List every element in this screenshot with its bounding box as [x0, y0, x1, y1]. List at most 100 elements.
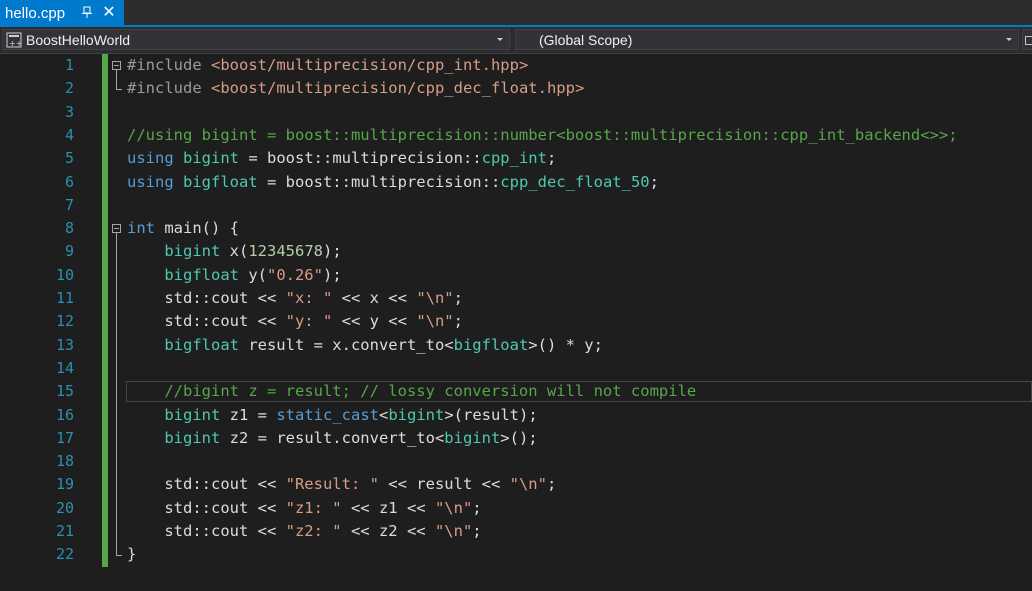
code-line[interactable]: bigint x(12345678); — [127, 240, 342, 263]
line-number: 4 — [64, 125, 74, 144]
code-line[interactable]: #include <boost/multiprecision/cpp_dec_f… — [127, 77, 584, 100]
code-token: ; — [472, 522, 482, 540]
code-token: bigint — [183, 149, 239, 168]
navigation-bar: ++ BoostHelloWorld (Global Scope) — [0, 27, 1032, 54]
code-token: std::cout << — [127, 312, 286, 331]
code-line[interactable]: int main() { — [127, 217, 239, 240]
tab-hello-cpp[interactable]: hello.cpp ✕ — [0, 0, 124, 27]
code-line[interactable]: std::cout << "x: " << x << "\n"; — [127, 287, 463, 310]
line-number: 12 — [55, 312, 74, 331]
outlining-guide — [116, 70, 117, 90]
code-token: bigint — [164, 405, 221, 424]
scope-dropdown[interactable]: (Global Scope) — [515, 29, 1019, 50]
code-token: ; — [453, 312, 463, 331]
change-tracking-bar — [102, 54, 108, 567]
code-token: = boost::multiprecision:: — [257, 172, 501, 191]
split-icon — [1025, 36, 1032, 45]
line-number: 3 — [64, 102, 74, 121]
line-number: 15 — [55, 382, 74, 401]
code-token: << x << — [332, 289, 417, 307]
code-line[interactable]: std::cout << "y: " << y << "\n"; — [127, 310, 463, 333]
document-tab-strip: hello.cpp ✕ — [0, 0, 1032, 27]
code-line[interactable]: bigint z2 = result.convert_to<bigint>(); — [127, 427, 538, 450]
code-token: <boost/multiprecision/cpp_dec_float.hpp> — [211, 79, 585, 98]
code-line[interactable]: bigfloat y("0.26"); — [127, 264, 342, 287]
code-token: ; — [472, 498, 482, 517]
code-token: "z1: " — [285, 498, 342, 517]
project-name: BoostHelloWorld — [26, 31, 131, 48]
code-token: >() * y; — [528, 335, 603, 354]
code-token: >(); — [500, 428, 538, 447]
code-token: = boost::multiprecision:: — [239, 149, 482, 168]
line-number: 11 — [55, 289, 74, 307]
line-number: 2 — [64, 79, 74, 98]
code-line[interactable]: std::cout << "z2: " << z2 << "\n"; — [127, 520, 482, 543]
line-number: 9 — [64, 242, 74, 261]
code-line[interactable]: #include <boost/multiprecision/cpp_int.h… — [127, 54, 528, 77]
project-dropdown[interactable]: ++ BoostHelloWorld — [2, 29, 510, 50]
code-token: std::cout << — [127, 522, 286, 540]
code-line[interactable]: using bigfloat = boost::multiprecision::… — [127, 171, 659, 194]
split-window-button[interactable] — [1022, 29, 1032, 50]
outlining-end — [116, 555, 122, 557]
code-token: static_cast — [276, 405, 379, 424]
line-number: 22 — [55, 545, 74, 564]
code-token: "\n" — [416, 289, 454, 307]
code-token: bigint — [164, 242, 221, 261]
code-token: "0.26" — [266, 265, 323, 284]
line-number: 14 — [55, 358, 74, 377]
code-token: << y << — [332, 312, 417, 331]
outlining-end — [116, 89, 122, 91]
code-line[interactable]: std::cout << "z1: " << z1 << "\n"; — [127, 497, 482, 520]
code-token: x( — [220, 242, 249, 261]
code-token: //bigint z = result; // lossy conversion… — [164, 382, 697, 401]
chevron-down-icon — [1006, 38, 1012, 41]
close-tab-icon[interactable]: ✕ — [101, 4, 117, 21]
code-token: } — [127, 545, 137, 564]
code-token: bigfloat — [183, 172, 258, 191]
code-token: std::cout << — [127, 289, 286, 307]
collapse-region-icon[interactable] — [112, 61, 121, 70]
line-number: 7 — [64, 195, 74, 214]
code-token: //using bigint = boost::multiprecision::… — [127, 125, 958, 144]
chevron-down-icon — [497, 38, 503, 41]
line-number: 8 — [64, 219, 74, 238]
code-token: ; — [453, 289, 463, 307]
code-token: ); — [322, 265, 342, 284]
code-token: bigint — [388, 405, 445, 424]
code-line[interactable]: } — [127, 543, 136, 566]
code-line[interactable]: using bigint = boost::multiprecision::cp… — [127, 147, 556, 170]
code-token: ; — [546, 149, 557, 168]
code-line[interactable]: std::cout << "Result: " << result << "\n… — [127, 473, 556, 496]
code-token: z2 = result.convert_to< — [220, 428, 445, 447]
pin-icon[interactable] — [82, 6, 93, 19]
code-token: main() { — [155, 219, 239, 238]
code-token: <boost/multiprecision/cpp_int.hpp> — [211, 56, 529, 74]
line-number: 20 — [55, 498, 74, 517]
code-token: ; — [546, 475, 557, 494]
code-token: "\n" — [416, 312, 454, 331]
code-token: cpp_dec_float_50 — [500, 172, 650, 191]
code-line[interactable]: //using bigint = boost::multiprecision::… — [127, 124, 958, 147]
code-token: std::cout << — [127, 475, 286, 494]
code-line[interactable]: //bigint z = result; // lossy conversion… — [127, 380, 696, 403]
outlining-margin — [110, 54, 126, 591]
code-token: 12345678 — [248, 242, 323, 261]
code-token: y( — [238, 265, 267, 284]
code-line[interactable]: bigfloat result = x.convert_to<bigfloat>… — [127, 334, 603, 357]
code-line[interactable]: bigint z1 = static_cast<bigint>(result); — [127, 404, 537, 427]
code-token: cpp_int — [481, 149, 547, 168]
svg-text:++: ++ — [9, 39, 22, 48]
collapse-region-icon[interactable] — [112, 224, 121, 234]
line-number: 10 — [55, 265, 74, 284]
code-token: "\n" — [434, 498, 473, 517]
line-number: 6 — [64, 172, 74, 191]
code-token: ); — [322, 242, 342, 261]
code-token: "\n" — [434, 522, 473, 540]
code-editor[interactable]: 1 2 3 4 5 6 7 8 9 10 11 12 13 14 15 16 17 18 19 20 21 22 #inc… — [0, 54, 1032, 591]
line-number: 16 — [55, 405, 74, 424]
